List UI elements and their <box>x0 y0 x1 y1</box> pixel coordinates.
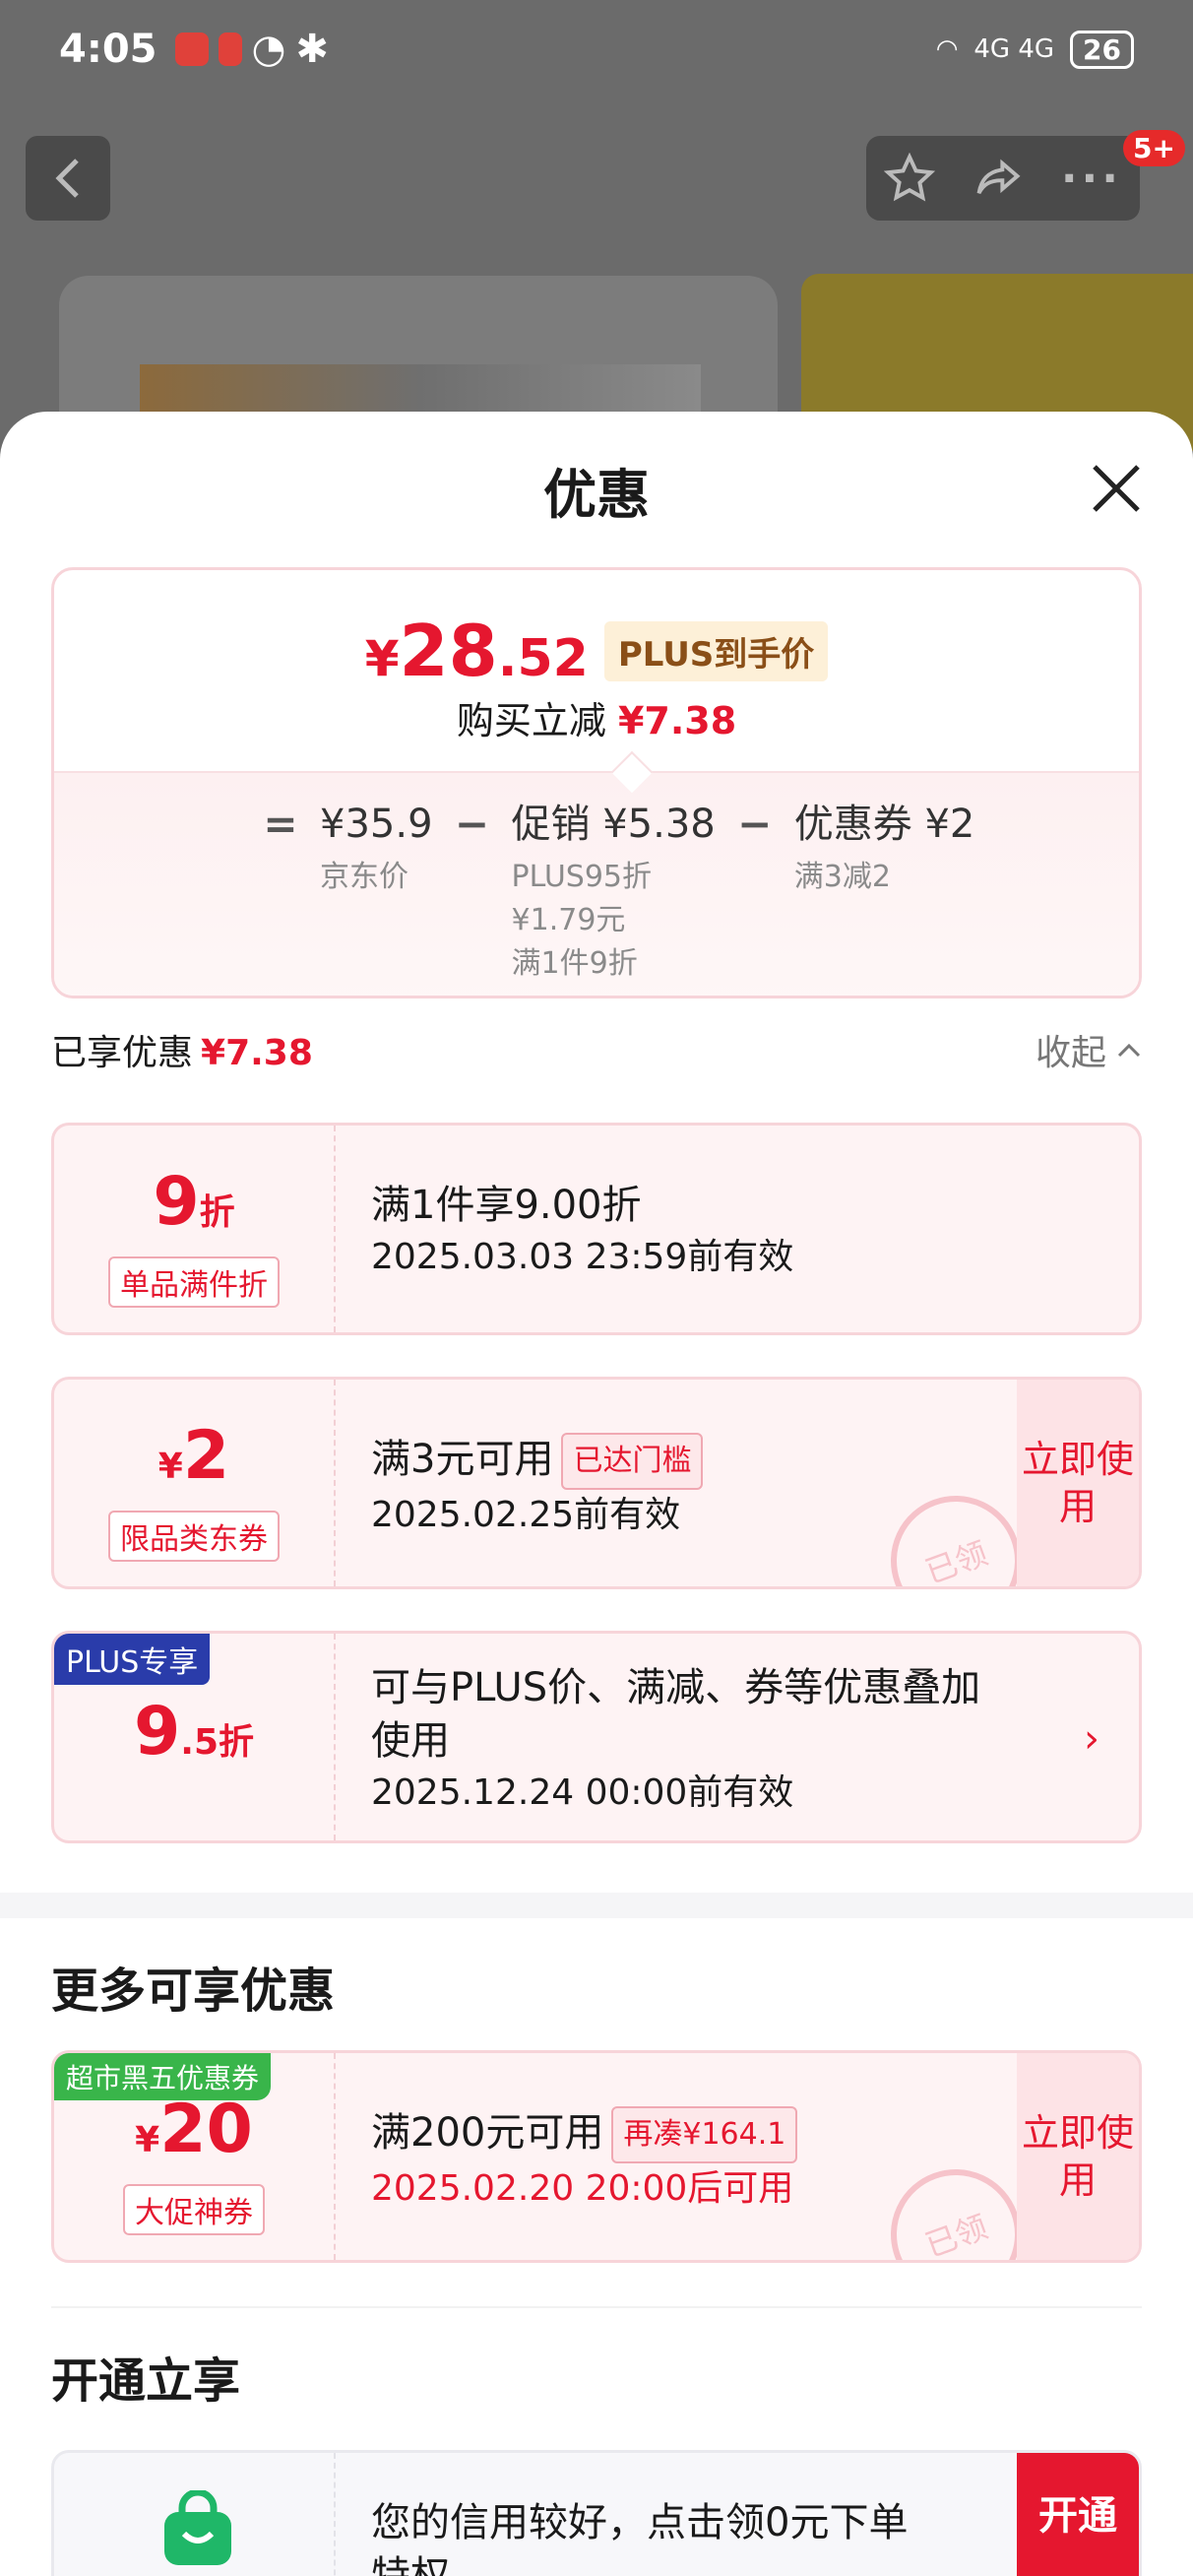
app-notification-icon <box>174 32 209 66</box>
status-time: 4:05 <box>59 27 157 72</box>
use-now-button[interactable]: 立即使用 <box>1017 1380 1139 1586</box>
coupon-black-friday-20: 超市黑五优惠券 ¥20 大促神券 满200元可用 再凑¥164.1 2025.02… <box>51 2050 1142 2263</box>
bluetooth-icon: ✱ <box>295 27 329 72</box>
chevron-left-icon <box>55 159 79 198</box>
close-icon[interactable] <box>1089 461 1144 516</box>
section-divider <box>0 1893 1193 1918</box>
coupon-type-tag: 单品满件折 <box>108 1256 280 1308</box>
credit-offer-text: 您的信用较好，点击领0元下单 特权 <box>371 2500 909 2576</box>
threshold-reached-chip: 已达门槛 <box>561 1433 704 1490</box>
sheet-title: 优惠 <box>543 464 650 526</box>
final-price: ¥28.52 <box>364 610 589 692</box>
network-indicator: 4G 4G <box>973 34 1055 64</box>
speed-icon: ◔ <box>251 27 286 72</box>
chevron-right-icon: › <box>1084 1716 1099 1762</box>
coupon-value: ¥2 <box>157 1417 230 1495</box>
section-divider-line <box>51 2306 1142 2308</box>
status-bar: 4:05 ◔ ✱ ◠ 4G 4G 26 <box>0 0 1193 98</box>
remaining-amount-chip: 再凑¥164.1 <box>611 2106 798 2163</box>
coupon-value: 9折 <box>153 1163 235 1241</box>
product-nav-bar: ··· <box>0 136 1193 223</box>
credit-offer-card: 您的信用较好，点击领0元下单 特权 开通 <box>51 2450 1142 2576</box>
coupon-validity: 2025.12.24 00:00前有效 <box>371 1772 794 1813</box>
coupon-plus-95[interactable]: PLUS专享 9.5折 可与PLUS价、满减、券等优惠叠加使用 2025.12.… <box>51 1631 1142 1843</box>
coupon-jd-2: ¥2 限品类东券 满3元可用 已达门槛 2025.02.25前有效 已领 立即使用 <box>51 1377 1142 1589</box>
chevron-up-icon <box>1117 1043 1141 1058</box>
open-button[interactable]: 开通 <box>1017 2453 1139 2576</box>
coupon-validity: 2025.03.03 23:59前有效 <box>371 1237 794 1277</box>
coupon-condition: 满200元可用 再凑¥164.1 <box>371 2106 1001 2163</box>
coupon-type-tag: 大促神券 <box>123 2184 265 2235</box>
minus-sign: − <box>737 800 773 848</box>
promo-column: 促销 ¥5.38 PLUS95折 ¥1.79元 满1件9折 <box>511 802 716 981</box>
coupon-condition: 满1件享9.00折 <box>371 1183 642 1228</box>
coupon-value: ¥20 <box>135 2091 253 2168</box>
status-app-icons: ◔ ✱ <box>174 27 329 72</box>
more-offers-title: 更多可享优惠 <box>51 1964 336 2019</box>
open-benefits-title: 开通立享 <box>51 2353 241 2409</box>
back-button[interactable] <box>26 136 110 221</box>
coupon-condition: 满3元可用 已达门槛 <box>371 1433 1001 1490</box>
minus-sign: − <box>454 800 490 848</box>
price-breakdown-card: ¥28.52 PLUS到手价 购买立减 ¥7.38 = ¥35.9 京东价 − … <box>51 567 1142 998</box>
instant-reduction: 购买立减 ¥7.38 <box>456 699 737 742</box>
coupon-discount-9: 9折 单品满件折 满1件享9.00折 2025.03.03 23:59前有效 <box>51 1123 1142 1335</box>
shopping-bag-icon <box>164 2490 231 2565</box>
more-icon[interactable]: ··· <box>1061 154 1122 204</box>
battery-indicator: 26 <box>1070 30 1134 69</box>
enjoyed-discount: 已享优惠 ¥7.38 <box>51 1033 313 1073</box>
share-icon[interactable] <box>971 153 1026 204</box>
red-packet-icon <box>218 32 242 66</box>
coupon-value: 9.5折 <box>133 1693 255 1771</box>
coupon-condition: 可与PLUS价、满减、券等优惠叠加使用 <box>371 1665 981 1764</box>
jd-price-column: ¥35.9 京东价 <box>320 802 433 894</box>
wifi-icon: ◠ <box>935 34 959 64</box>
coupon-type-tag: 限品类东券 <box>108 1511 280 1562</box>
equals-sign: = <box>263 800 298 848</box>
use-now-button[interactable]: 立即使用 <box>1017 2053 1139 2260</box>
message-count-badge: 5+ <box>1123 130 1185 166</box>
coupon-column: 优惠券 ¥2 满3减2 <box>793 802 975 894</box>
star-icon[interactable] <box>883 153 935 204</box>
plus-price-tag: PLUS到手价 <box>603 621 829 681</box>
collapse-button[interactable]: 收起 <box>1036 1024 1142 1075</box>
nav-actions: ··· <box>866 136 1140 221</box>
discount-sheet: 优惠 ¥28.52 PLUS到手价 购买立减 ¥7.38 = ¥35.9 京东价 <box>0 412 1193 2576</box>
